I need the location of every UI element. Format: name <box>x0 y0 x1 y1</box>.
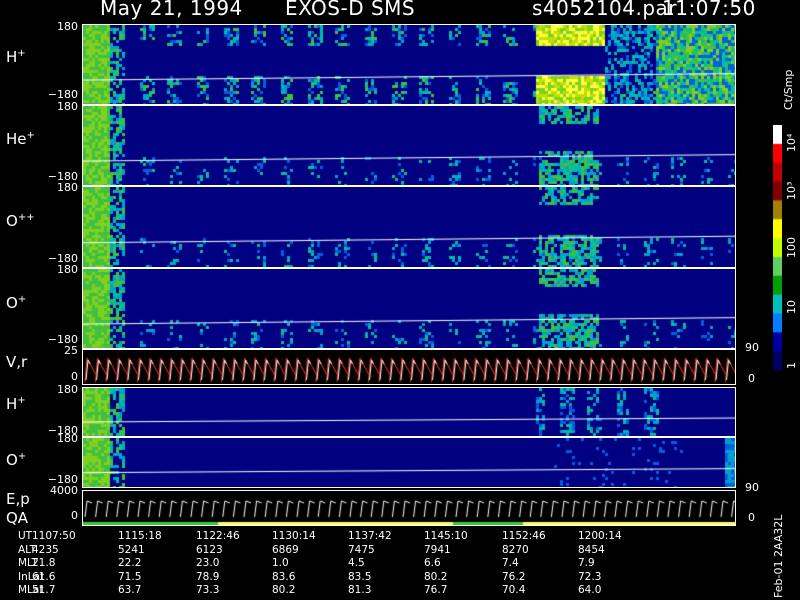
table-cell: 81.3 <box>348 584 372 596</box>
table-cell: 1130:14 <box>272 530 316 542</box>
table-row: UT 1107:50 1115:18 1122:46 1130:14 1137:42 114… <box>0 530 740 543</box>
table-cell: 4235 <box>32 543 59 556</box>
ytick-p5-top: 180 <box>57 383 78 396</box>
vr-panel-canvas <box>83 350 735 384</box>
right-tick-ep-top: 90 <box>745 481 759 494</box>
table-cell: 22.2 <box>118 557 142 569</box>
title-instrument: EXOS-D SMS <box>285 0 416 20</box>
colorbar-tick-10: 10 <box>785 300 798 314</box>
panel-label-h-plus: H+ <box>6 48 26 66</box>
table-cell: 1137:42 <box>348 530 392 542</box>
table-row: InLat 61.6 71.5 78.9 83.6 83.5 80.2 76.2 72.3 <box>0 571 740 584</box>
ytick-p7-top: 4000 <box>50 484 78 497</box>
panel-label-h-plus-2: H+ <box>6 395 26 413</box>
right-tick-vr-bottom: 0 <box>748 372 755 385</box>
right-tick-vr-top: 90 <box>745 341 759 354</box>
table-cell: 83.6 <box>272 570 296 583</box>
right-tick-ep-bottom: 0 <box>748 511 755 524</box>
spectrogram-h-plus-2-canvas <box>83 388 735 436</box>
table-cell: 7475 <box>348 543 375 556</box>
table-cell: 78.9 <box>196 570 220 583</box>
spectrogram-he-plus-canvas <box>83 106 735 185</box>
table-cell: 1152:46 <box>502 530 546 542</box>
panel-label-o-plusplus: O++ <box>6 212 35 230</box>
panel-label-ep: E,p <box>6 490 30 508</box>
table-cell: 1.0 <box>272 557 289 569</box>
table-row: MLT 21.8 22.2 23.0 1.0 4.5 6.6 7.4 7.9 <box>0 557 740 570</box>
table-cell: 64.0 <box>578 584 602 596</box>
table-cell: 6123 <box>196 543 223 556</box>
table-cell: 72.3 <box>578 570 602 583</box>
panel-label-o-plus-2: O+ <box>6 451 27 469</box>
table-cell: 1107:50 <box>32 530 76 542</box>
spectrogram-o-plus <box>82 268 736 349</box>
colorbar-canvas <box>773 125 782 370</box>
table-cell: 8270 <box>502 543 529 556</box>
panel-label-he-plus: He+ <box>6 130 35 148</box>
table-cell: 6869 <box>272 543 299 556</box>
table-cell: 73.3 <box>196 584 220 596</box>
table-cell: 63.7 <box>118 584 142 596</box>
table-cell: 76.2 <box>502 570 526 583</box>
table-cell: 1115:18 <box>118 530 162 542</box>
table-cell: 76.7 <box>424 584 448 596</box>
table-row-label: UT <box>18 530 33 542</box>
ephemeris-table: UT 1107:50 1115:18 1122:46 1130:14 1137:42 114… <box>0 530 760 600</box>
table-cell: 1122:46 <box>196 530 240 542</box>
colorbar-tick-1: 1 <box>785 362 798 369</box>
table-cell: 23.0 <box>196 557 220 569</box>
table-cell: 4.5 <box>348 557 365 569</box>
vr-panel <box>82 349 736 385</box>
table-cell: 6.6 <box>424 557 441 569</box>
ytick-p0-top: 180 <box>57 20 78 33</box>
ytick-p4-top: 25 <box>64 344 78 357</box>
colorbar-tick-1e4: 10⁴ <box>785 133 798 152</box>
table-row: ALT 4235 5241 6123 6869 7475 7941 8270 8454 <box>0 544 740 557</box>
table-cell: 7.4 <box>502 557 519 569</box>
ytick-p3-top: 180 <box>57 263 78 276</box>
ytick-p1-top: 180 <box>57 100 78 113</box>
ytick-p2-top: 180 <box>57 181 78 194</box>
spectrogram-o-plus-2-canvas <box>83 438 735 487</box>
colorbar <box>773 125 782 370</box>
ytick-p6-top: 180 <box>57 432 78 445</box>
table-cell: 1145:10 <box>424 530 468 542</box>
table-row: MLat 51.7 63.7 73.3 80.2 81.3 76.7 70.4 64.0 <box>0 584 740 597</box>
ytick-p4-bottom: 0 <box>71 370 78 383</box>
title-time: 11:07:50 <box>662 0 756 20</box>
table-cell: 7.9 <box>578 557 595 569</box>
qa-label: QA <box>6 509 29 527</box>
table-cell: 80.2 <box>272 584 296 596</box>
table-cell: 80.2 <box>424 570 448 583</box>
colorbar-tick-100: 100 <box>785 237 798 258</box>
table-cell: 8454 <box>578 543 605 556</box>
table-cell: 83.5 <box>348 570 372 583</box>
colorbar-tick-1e3: 10³ <box>785 181 798 200</box>
footer-side-label: Feb-01 2AA32L <box>772 514 785 598</box>
spectrogram-h-plus-2 <box>82 387 736 437</box>
table-cell: 70.4 <box>502 584 526 596</box>
table-cell: 61.6 <box>32 570 56 583</box>
spectrogram-h-plus-canvas <box>83 25 735 104</box>
spectrogram-he-plus <box>82 105 736 186</box>
table-cell: 5241 <box>118 543 145 556</box>
panel-label-o-plus: O+ <box>6 294 27 312</box>
spectrogram-o-plusplus-canvas <box>83 187 735 267</box>
title-date: May 21, 1994 <box>100 0 243 20</box>
spectrogram-o-plus-2 <box>82 437 736 488</box>
ep-panel-canvas <box>83 491 735 525</box>
spectrogram-h-plus <box>82 24 736 105</box>
panel-label-vr: V,r <box>6 353 28 371</box>
table-cell: 1200:14 <box>578 530 622 542</box>
title-file: s4052104.par <box>532 0 678 20</box>
table-cell: 21.8 <box>32 557 56 569</box>
ep-panel <box>82 490 736 526</box>
colorbar-unit-label: Ct/Smp <box>782 69 795 110</box>
spectrogram-o-plusplus <box>82 186 736 268</box>
table-cell: 71.5 <box>118 570 142 583</box>
table-cell: 51.7 <box>32 584 56 596</box>
spectrogram-o-plus-canvas <box>83 269 735 348</box>
ytick-p7-bottom: 0 <box>71 509 78 522</box>
table-cell: 7941 <box>424 543 451 556</box>
